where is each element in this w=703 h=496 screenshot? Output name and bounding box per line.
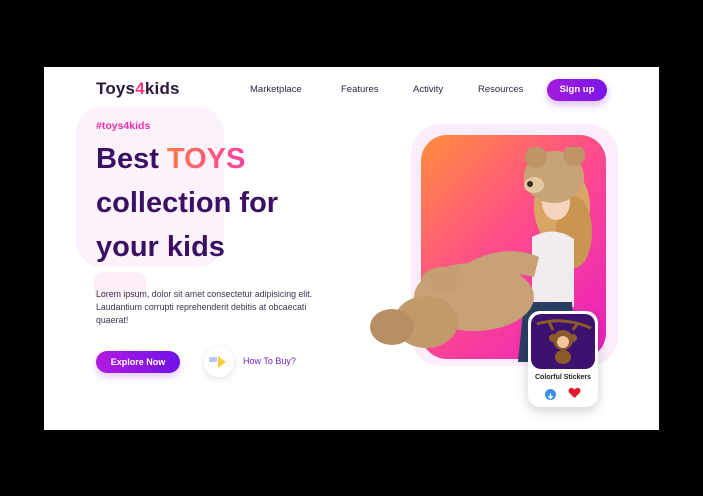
- logo-prefix: Toys: [96, 79, 136, 98]
- nav-activity[interactable]: Activity: [413, 84, 443, 95]
- landing-page: Toys4kids Marketplace Features Activity …: [44, 67, 659, 430]
- logo-four: 4: [135, 79, 145, 98]
- download-icon[interactable]: [545, 389, 556, 400]
- logo-suffix: kids: [144, 79, 180, 98]
- monkey-sticker-image: [531, 314, 595, 369]
- nav-resources[interactable]: Resources: [478, 84, 523, 95]
- heart-icon[interactable]: [568, 387, 581, 399]
- headline-part1: Best: [96, 143, 167, 175]
- explore-now-button[interactable]: Explore Now: [96, 351, 180, 373]
- play-icon[interactable]: [204, 347, 234, 377]
- headline-line3: your kids: [96, 231, 225, 263]
- headline: Best TOYS collection for your kids: [96, 137, 356, 269]
- how-to-buy-link[interactable]: How To Buy?: [243, 356, 296, 366]
- product-card[interactable]: Colorful Stickers: [528, 311, 598, 407]
- nav-marketplace[interactable]: Marketplace: [250, 84, 302, 95]
- card-title: Colorful Stickers: [534, 374, 591, 381]
- headline-highlight: TOYS: [166, 143, 246, 175]
- signup-button[interactable]: Sign up: [547, 79, 607, 101]
- hashtag: #toys4kids: [96, 120, 151, 132]
- headline-line2: collection for: [96, 187, 279, 219]
- hero-paragraph: Lorem ipsum, dolor sit amet consectetur …: [96, 289, 313, 325]
- logo[interactable]: Toys4kids: [96, 79, 180, 99]
- nav-features[interactable]: Features: [341, 84, 379, 95]
